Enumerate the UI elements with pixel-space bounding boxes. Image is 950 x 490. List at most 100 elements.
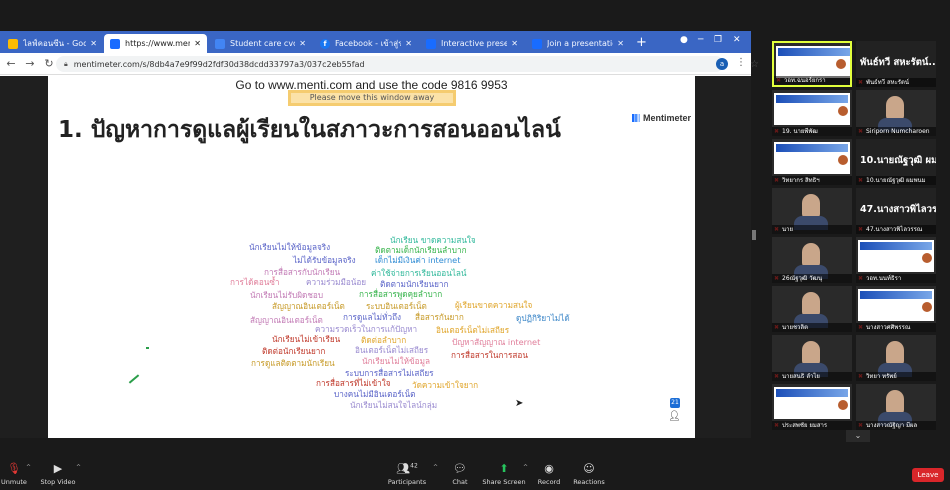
participant-video-tile[interactable]: ✖นางสาวศศิพรรณ [856,286,936,332]
word-cloud-entry: เด็กไม่มีเงินค่า internet [375,255,461,265]
address-bar: ← → ↻ 🔒︎ mentimeter.com/s/8db4a7e9f99d2f… [0,53,759,75]
browser-tab[interactable]: Student care cvc-cha ✕ [209,34,312,53]
participant-name-label: นายชวลิต [772,323,852,332]
participant-face [802,292,820,316]
window-close-icon[interactable]: ✕ [733,35,741,45]
participant-name-label: พันธ์ทวี สหะรัตน์ [856,78,936,87]
participant-video-tile[interactable]: ✖19. นายพีพัฒ [772,90,852,136]
org-logo-icon [838,155,848,165]
profile-avatar-icon[interactable]: a [716,58,728,70]
reactions-button[interactable]: ☺ Reactions [559,462,619,486]
restore-icon[interactable]: ❐ [714,35,722,45]
word-cloud-entry: การดูแลติดตามนักเรียน [251,358,335,368]
participant-video-tile[interactable]: ✖วิทยากร สิทธิฯ [772,139,852,185]
unmute-label: Unmute [1,478,27,486]
media-icon[interactable]: ● [680,35,688,45]
word-cloud-entry: การสื่อสารในการสอน [451,350,528,360]
browser-tab[interactable]: f Facebook - เข้าสู่ระบบหรือ ✕ [314,34,418,53]
reactions-label: Reactions [573,478,605,486]
menu-kebab-icon[interactable]: ⋮ [736,57,746,68]
close-icon[interactable]: ✕ [90,39,97,48]
word-cloud: นักเรียนไม่ให้ข้อมูลจริง นักเรียน ขาดความ… [48,76,695,438]
slide-header-strip [776,389,848,397]
close-icon[interactable]: ✕ [299,39,306,48]
close-icon[interactable]: ✕ [405,39,412,48]
participant-name-label: นายสนธิ ลำไย [772,372,852,381]
shared-browser-window: ไลฟ์คอนซีน - Google ไดร ✕ https://www.me… [0,31,759,438]
forward-arrow-icon[interactable]: → [22,57,38,70]
word-cloud-entry: วัดความเข้าใจยาก [412,380,479,390]
participants-label: Participants [387,478,427,486]
leave-button[interactable]: Leave [912,468,944,482]
word-cloud-entry: ความร่วมมือน้อย [306,277,367,287]
reload-icon[interactable]: ↻ [41,57,57,70]
new-tab-plus-icon[interactable]: + [636,35,647,50]
word-cloud-entry: ผู้เรียนขาดความสนใจ [455,300,533,310]
participant-video-tile[interactable]: ✖ประสพชัย ยมสาร [772,384,852,430]
bookmark-star-icon[interactable]: ☆ [750,59,759,70]
participant-name-label: วิทยากร สิทธิฯ [772,176,852,185]
close-icon[interactable]: ✕ [511,39,518,48]
forms-favicon-icon [215,38,225,49]
participant-video-tile[interactable]: ✖วอท.นนท์ธิรา [856,237,936,283]
word-cloud-entry: สัญญาณอินเตอร์เน็ต [272,301,345,311]
mouse-cursor-icon: ➤ [515,398,524,409]
zoom-meeting-window: ไลฟ์คอนซีน - Google ไดร ✕ https://www.me… [0,0,950,490]
participant-video-tile[interactable]: ✖นางสาวณัฐิญา มีผล [856,384,936,430]
slide-header-strip [860,291,932,299]
participants-count: 42 [410,462,418,470]
video-options-caret-icon[interactable]: ^ [76,464,81,471]
browser-tab-active[interactable]: https://www.mentimeter ✕ [104,34,207,53]
participant-name-label: นางสาวณัฐิญา มีผล [856,421,936,430]
browser-tab[interactable]: ไลฟ์คอนซีน - Google ไดร ✕ [2,34,103,53]
participant-name-label: นางสาวศศิพรรณ [856,323,936,332]
close-icon[interactable]: ✕ [617,39,624,48]
participant-name-label: 19. นายพีพัฒ [772,127,852,136]
browser-tab[interactable]: Join a presentation ✕ [526,34,630,53]
org-logo-icon [838,400,848,410]
drive-favicon-icon [8,38,18,49]
back-arrow-icon[interactable]: ← [3,57,19,70]
participant-video-tile[interactable]: 10.นายณัฐวุฒิ ผม...✖10.นายณัฐวุฒิ ผมพนม [856,139,936,185]
participant-name-label: 47.นางสาวพิไลวรรณ [856,225,936,234]
tab-label: Interactive presentation [441,39,508,48]
gallery-scroll-down-icon[interactable]: ⌄ [846,430,870,442]
participant-video-tile[interactable]: ✖26ณัฐวุฒิ วัฒนุ [772,237,852,283]
participant-name-label: 26ณัฐวุฒิ วัฒนุ [772,274,852,283]
meeting-toolbar: 🎙︎ Unmute ^ ▶ Stop Video ^ 👥︎42 Particip… [0,456,950,490]
participant-video-tile[interactable]: ✖วอท.ฉนอร์ยกรา [772,41,852,87]
participant-video-tile[interactable]: ✖นายชวลิต [772,286,852,332]
participant-name-label: 10.นายณัฐวุฒิ ผมพนม [856,176,936,185]
participant-name-label: นาย [772,225,852,234]
tab-label: Facebook - เข้าสู่ระบบหรือ [335,39,402,48]
video-gallery: ✖วอท.ฉนอร์ยกราพันธ์ทวี สหะรัตน์...✖พันธ์… [760,33,950,445]
split-handle[interactable] [752,230,756,240]
page-viewport: Go to www.menti.com and use the code 981… [0,76,751,438]
participant-video-tile[interactable]: ✖วิทยา ทรัพย์ [856,335,936,381]
tab-label: Student care cvc-cha [230,39,296,48]
participant-video-tile[interactable]: ✖นาย [772,188,852,234]
chat-label: Chat [452,478,468,486]
record-label: Record [537,478,561,486]
mentimeter-favicon-icon [426,38,436,49]
close-icon[interactable]: ✕ [194,39,201,48]
participant-video-tile[interactable]: ✖นายสนธิ ลำไย [772,335,852,381]
word-cloud-entry: การได้คอนซ้ำ [230,277,280,287]
participant-display-name: พันธ์ทวี สหะรัตน์... [860,57,936,68]
participant-face [802,243,820,267]
org-logo-icon [922,253,932,263]
org-logo-icon [922,302,932,312]
participant-video-tile[interactable]: 47.นางสาวพิไลวร...✖47.นางสาวพิไลวรรณ [856,188,936,234]
slide-header-strip [776,95,848,103]
participant-face [886,341,904,365]
participants-button[interactable]: 👥︎42 Participants [377,462,437,486]
minimize-icon[interactable]: ─ [698,35,703,45]
participant-video-tile[interactable]: พันธ์ทวี สหะรัตน์...✖พันธ์ทวี สหะรัตน์ [856,41,936,87]
url-text: mentimeter.com/s/8db4a7e9f99d2fdf30d38dc… [73,59,365,69]
participant-video-tile[interactable]: ✖Siriporn Numcharoen [856,90,936,136]
tab-label: ไลฟ์คอนซีน - Google ไดร [23,39,87,48]
word-cloud-entry: สัญญาณอินเตอร์เน็ต [250,315,323,325]
browser-tab[interactable]: Interactive presentation ✕ [420,34,524,53]
word-cloud-entry: นักเรียนไม่สนใจไลน์กลุ่ม [350,400,438,410]
url-field[interactable]: 🔒︎ mentimeter.com/s/8db4a7e9f99d2fdf30d3… [56,56,759,72]
